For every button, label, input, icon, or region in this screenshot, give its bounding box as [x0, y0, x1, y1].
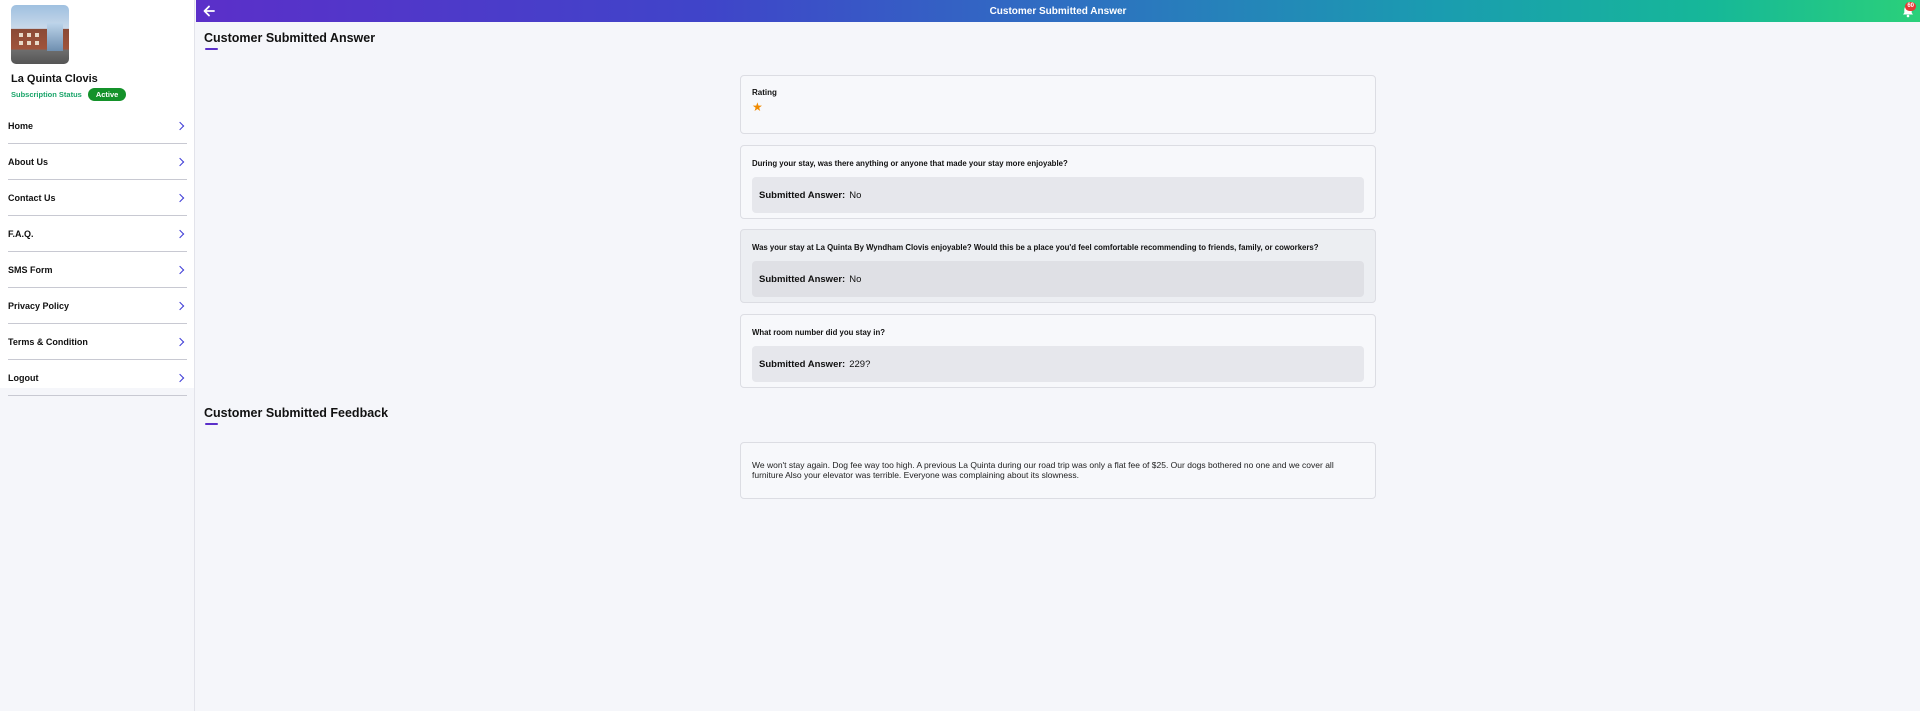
- sidebar-item-terms[interactable]: Terms & Condition: [8, 324, 187, 360]
- sidebar-item-sms-form[interactable]: SMS Form: [8, 252, 187, 288]
- chevron-right-icon: [175, 121, 185, 130]
- sidebar-item-label: Privacy Policy: [8, 300, 70, 311]
- sidebar-item-label: About Us: [8, 156, 48, 167]
- rating-card: Rating ★: [740, 75, 1376, 134]
- sidebar-item-label: Home: [8, 120, 34, 131]
- question-card: During your stay, was there anything or …: [740, 145, 1376, 219]
- rating-label: Rating: [752, 88, 777, 97]
- feedback-card: We won't stay again. Dog fee way too hig…: [740, 442, 1376, 499]
- chevron-right-icon: [175, 193, 185, 202]
- sidebar-item-contact-us[interactable]: Contact Us: [8, 180, 187, 216]
- answers-section-title: Customer Submitted Answer: [204, 31, 376, 45]
- question-card: Was your stay at La Quinta By Wyndham Cl…: [740, 229, 1376, 303]
- answer-value: No: [849, 189, 862, 201]
- question-text: During your stay, was there anything or …: [752, 159, 1068, 168]
- sidebar: La Quinta Clovis Subscription Status Act…: [0, 0, 195, 711]
- question-card: What room number did you stay in? Submit…: [740, 314, 1376, 388]
- sidebar-item-faq[interactable]: F.A.Q.: [8, 216, 187, 252]
- question-text: What room number did you stay in?: [752, 328, 885, 337]
- sidebar-item-label: SMS Form: [8, 264, 53, 275]
- sidebar-item-label: Terms & Condition: [8, 336, 88, 347]
- header-title: Customer Submitted Answer: [989, 5, 1127, 17]
- chevron-right-icon: [175, 157, 185, 166]
- subscription-row: Subscription Status Active: [11, 88, 194, 101]
- chevron-right-icon: [175, 229, 185, 238]
- sidebar-item-privacy-policy[interactable]: Privacy Policy: [8, 288, 187, 324]
- top-header: Customer Submitted Answer 60: [196, 0, 1920, 22]
- star-icon: ★: [752, 100, 763, 114]
- answer-value: No: [849, 273, 862, 285]
- status-badge: Active: [87, 88, 127, 101]
- feedback-text: We won't stay again. Dog fee way too hig…: [752, 460, 1334, 480]
- sidebar-item-home[interactable]: Home: [8, 108, 187, 144]
- answer-box: Submitted Answer: 229?: [752, 346, 1364, 382]
- chevron-right-icon: [175, 301, 185, 310]
- question-text: Was your stay at La Quinta By Wyndham Cl…: [752, 243, 1319, 252]
- chevron-right-icon: [175, 265, 185, 274]
- answer-value: 229?: [849, 358, 871, 370]
- sidebar-item-logout[interactable]: Logout: [8, 360, 187, 396]
- chevron-right-icon: [175, 337, 185, 346]
- answer-prefix: Submitted Answer:: [759, 189, 846, 201]
- sidebar-panel: La Quinta Clovis Subscription Status Act…: [0, 0, 194, 396]
- feedback-section-title: Customer Submitted Feedback: [204, 406, 389, 420]
- notification-button[interactable]: 60: [1900, 2, 1916, 19]
- answer-box: Submitted Answer: No: [752, 177, 1364, 213]
- feedback-title-underline: [205, 423, 218, 425]
- hotel-name: La Quinta Clovis: [11, 73, 98, 85]
- answer-prefix: Submitted Answer:: [759, 358, 846, 370]
- sidebar-item-about-us[interactable]: About Us: [8, 144, 187, 180]
- subscription-label: Subscription Status: [11, 90, 82, 99]
- hotel-image: [11, 5, 69, 64]
- sidebar-item-label: F.A.Q.: [8, 228, 34, 239]
- sidebar-item-label: Contact Us: [8, 192, 56, 203]
- answers-title-underline: [205, 48, 218, 50]
- chevron-right-icon: [175, 373, 185, 382]
- back-arrow-icon[interactable]: [202, 4, 216, 18]
- sidebar-item-label: Logout: [8, 372, 39, 383]
- answer-prefix: Submitted Answer:: [759, 273, 846, 285]
- notification-count-badge: 60: [1905, 2, 1916, 11]
- sidebar-menu: Home About Us Contact Us F.A.Q. SMS Form…: [0, 108, 194, 396]
- answer-box: Submitted Answer: No: [752, 261, 1364, 297]
